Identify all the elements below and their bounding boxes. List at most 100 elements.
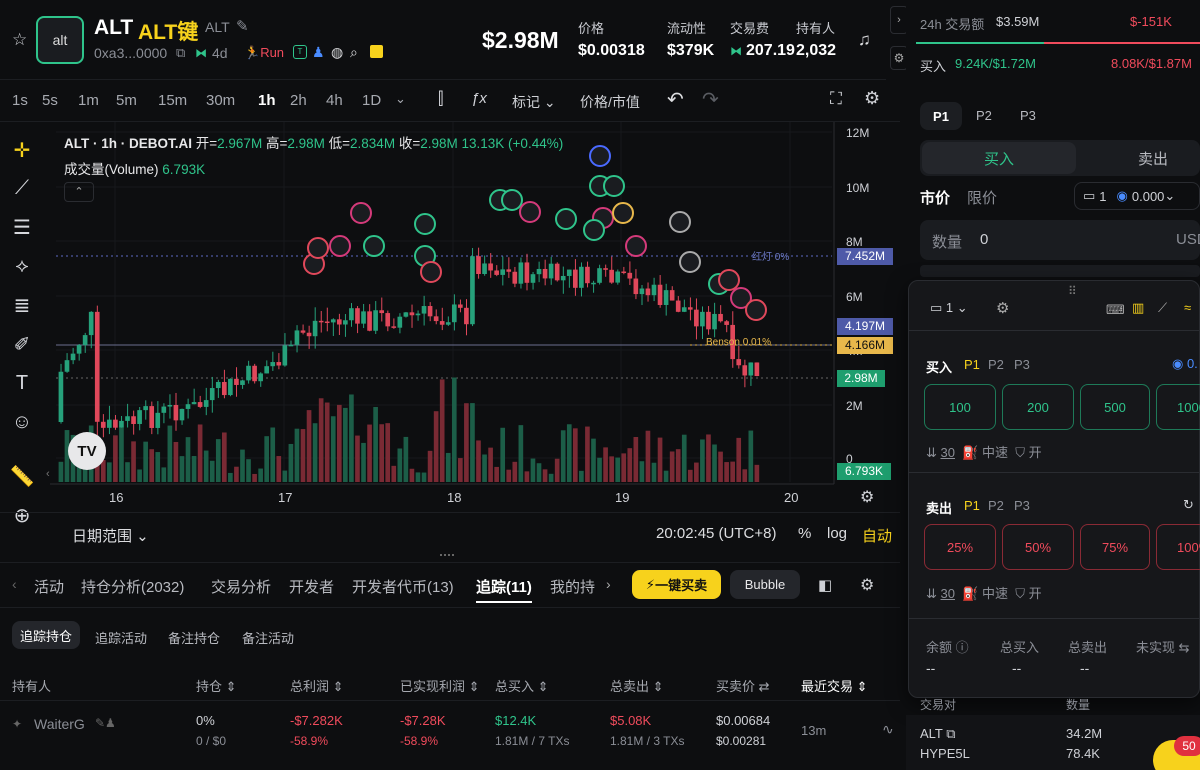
activity-icon[interactable]: ∿ — [882, 721, 894, 738]
percent-toggle[interactable]: % — [798, 525, 811, 542]
pair-row-alt[interactable]: ALT ⧉ — [920, 726, 956, 742]
star-icon[interactable]: ☆ — [12, 30, 27, 50]
bar-chart-icon[interactable]: ▥ — [1132, 300, 1144, 316]
col-realized[interactable]: 已实现利润 ⇕ — [400, 676, 480, 695]
quick-trade-button[interactable]: ⚡ 一键买卖 — [632, 570, 721, 599]
sell-tab[interactable]: 卖出 — [1138, 148, 1168, 169]
quick-sell-25[interactable]: 25% — [924, 524, 996, 570]
quick-sell-speed[interactable]: 中速 — [982, 586, 1008, 601]
copy-icon[interactable]: ⧉ — [176, 45, 185, 61]
timeframe-1s[interactable]: 1s — [12, 92, 28, 109]
timeframe-1m[interactable]: 1m — [78, 92, 99, 109]
holder-edit-icon[interactable]: ✎♟ — [95, 716, 116, 730]
quick-buy-p2[interactable]: P2 — [988, 357, 1004, 372]
timeframe-15m[interactable]: 15m — [158, 92, 187, 109]
subtab-note-activity[interactable]: 备注活动 — [242, 628, 294, 647]
fullscreen-icon[interactable]: ⛶ — [830, 89, 842, 109]
timeframe-1D[interactable]: 1D — [362, 92, 381, 109]
chevron-down-icon[interactable]: ⌄ — [395, 91, 406, 107]
market-order-tab[interactable]: 市价 — [920, 187, 950, 208]
col-total-sell[interactable]: 总卖出 ⇕ — [610, 676, 664, 695]
quick-wallet-selector[interactable]: ▭ 1 ⌄ — [930, 300, 968, 316]
subtab-tracked-activity[interactable]: 追踪活动 — [95, 628, 147, 647]
tab-activity[interactable]: 活动 — [34, 576, 64, 597]
tabs-right-icon[interactable]: › — [606, 576, 611, 592]
quick-sell-mev[interactable]: 开 — [1029, 586, 1042, 601]
keyboard-icon[interactable]: ⌨ — [1106, 302, 1125, 318]
timeframe-30m[interactable]: 30m — [206, 92, 235, 109]
tradingview-logo[interactable]: TV — [68, 432, 106, 470]
tab-settings-icon[interactable]: ⚙ — [860, 575, 874, 595]
quick-buy-slippage[interactable]: 30 — [941, 445, 955, 460]
tab-my-holdings[interactable]: 我的持 — [550, 576, 595, 597]
table-row[interactable]: ✦ WaiterG ✎♟ 0% 0 / $0 -$7.282K -58.9% -… — [0, 703, 900, 763]
quick-sell-75[interactable]: 75% — [1080, 524, 1150, 570]
col-holding[interactable]: 持仓 ⇕ — [196, 676, 237, 695]
bell-plus-icon[interactable]: ♫ — [858, 30, 871, 50]
quick-buy-1000[interactable]: 1000 — [1156, 384, 1200, 430]
stat-balance[interactable]: 余额 ⓘ — [926, 637, 969, 656]
search-icon[interactable]: ⌕ — [350, 44, 358, 61]
line-chart-icon[interactable]: ⟋ — [1158, 300, 1167, 316]
tab-trade-analysis[interactable]: 交易分析 — [211, 576, 271, 597]
timeframe-2h[interactable]: 2h — [290, 92, 307, 109]
limit-order-tab[interactable]: 限价 — [967, 187, 997, 208]
bubble-button[interactable]: Bubble — [730, 570, 800, 599]
buy-tab[interactable]: 买入 — [922, 142, 1076, 174]
quick-buy-mev[interactable]: 开 — [1029, 445, 1042, 460]
subtab-note-holdings[interactable]: 备注持仓 — [168, 628, 220, 647]
axis-settings-icon[interactable]: ⚙ — [860, 487, 874, 507]
wave-icon[interactable]: ≈ — [1184, 300, 1191, 315]
quick-sell-p2[interactable]: P2 — [988, 498, 1004, 513]
tab-developer[interactable]: 开发者 — [289, 576, 334, 597]
col-total-profit[interactable]: 总利润 ⇕ — [290, 676, 344, 695]
preset-p3[interactable]: P3 — [1020, 108, 1036, 123]
quick-buy-200[interactable]: 200 — [1002, 384, 1074, 430]
timeframe-5s[interactable]: 5s — [42, 92, 58, 109]
timeframe-5m[interactable]: 5m — [116, 92, 137, 109]
auto-toggle[interactable]: 自动 — [862, 525, 892, 546]
undo-icon[interactable]: ↶ — [667, 87, 684, 112]
drag-handle-icon[interactable]: ⠿ — [1068, 284, 1077, 298]
col-holder[interactable]: 持有人 — [12, 676, 51, 695]
tab-tracking[interactable]: 追踪(11) — [476, 576, 532, 597]
tw-icon[interactable]: T — [293, 45, 307, 59]
timeframe-1h[interactable]: 1h — [258, 92, 276, 109]
quick-buy-p3[interactable]: P3 — [1014, 357, 1030, 372]
user-icon[interactable]: ♟ — [312, 44, 325, 61]
redo-icon[interactable]: ↷ — [702, 87, 719, 112]
quick-sell-p1[interactable]: P1 — [964, 498, 980, 513]
refresh-icon[interactable]: ↻ — [1183, 497, 1194, 513]
token-address[interactable]: 0xa3...0000 — [94, 45, 167, 61]
quick-sell-p3[interactable]: P3 — [1014, 498, 1030, 513]
fx-icon[interactable]: ƒx — [471, 90, 487, 107]
stat-unrealized[interactable]: 未实现 ⇆ — [1136, 637, 1190, 656]
quick-sell-100[interactable]: 100% — [1156, 524, 1200, 570]
wallet-selector[interactable]: ▭ 1 ◉ 0.000 ⌄ — [1074, 182, 1200, 210]
pair-hype-name[interactable]: HYPE5L — [920, 746, 970, 761]
bookmark-icon[interactable] — [370, 45, 383, 58]
resize-handle[interactable] — [440, 554, 454, 558]
date-range-button[interactable]: 日期范围 ⌄ — [72, 525, 149, 546]
tab-dev-tokens[interactable]: 开发者代币(13) — [352, 576, 454, 597]
settings-icon[interactable]: ⚙ — [864, 88, 880, 109]
panel-icon[interactable]: ◧ — [818, 576, 832, 594]
edit-icon[interactable]: ✎ — [236, 17, 249, 35]
log-toggle[interactable]: log — [827, 525, 847, 542]
quick-buy-500[interactable]: 500 — [1080, 384, 1150, 430]
quick-buy-p1[interactable]: P1 — [964, 357, 980, 372]
quick-sell-50[interactable]: 50% — [1002, 524, 1074, 570]
collapse-legend-button[interactable]: ⌃ — [64, 182, 94, 202]
indicator-button[interactable]: 标记 ⌄ — [512, 92, 556, 112]
quick-buy-100[interactable]: 100 — [924, 384, 996, 430]
subtab-tracked-holdings[interactable]: 追踪持仓 — [12, 621, 80, 649]
run-badge[interactable]: 🏃Run — [244, 45, 284, 61]
quick-settings-icon[interactable]: ⚙ — [996, 299, 1009, 317]
globe-icon[interactable]: ◍ — [331, 44, 343, 61]
quick-sell-slippage[interactable]: 30 — [941, 586, 955, 601]
tabs-left-icon[interactable]: ‹ — [12, 576, 17, 592]
timeframe-4h[interactable]: 4h — [326, 92, 343, 109]
price-mcap-toggle[interactable]: 价格/市值 — [580, 92, 640, 112]
quick-buy-speed[interactable]: 中速 — [982, 445, 1008, 460]
preset-p2[interactable]: P2 — [976, 108, 992, 123]
